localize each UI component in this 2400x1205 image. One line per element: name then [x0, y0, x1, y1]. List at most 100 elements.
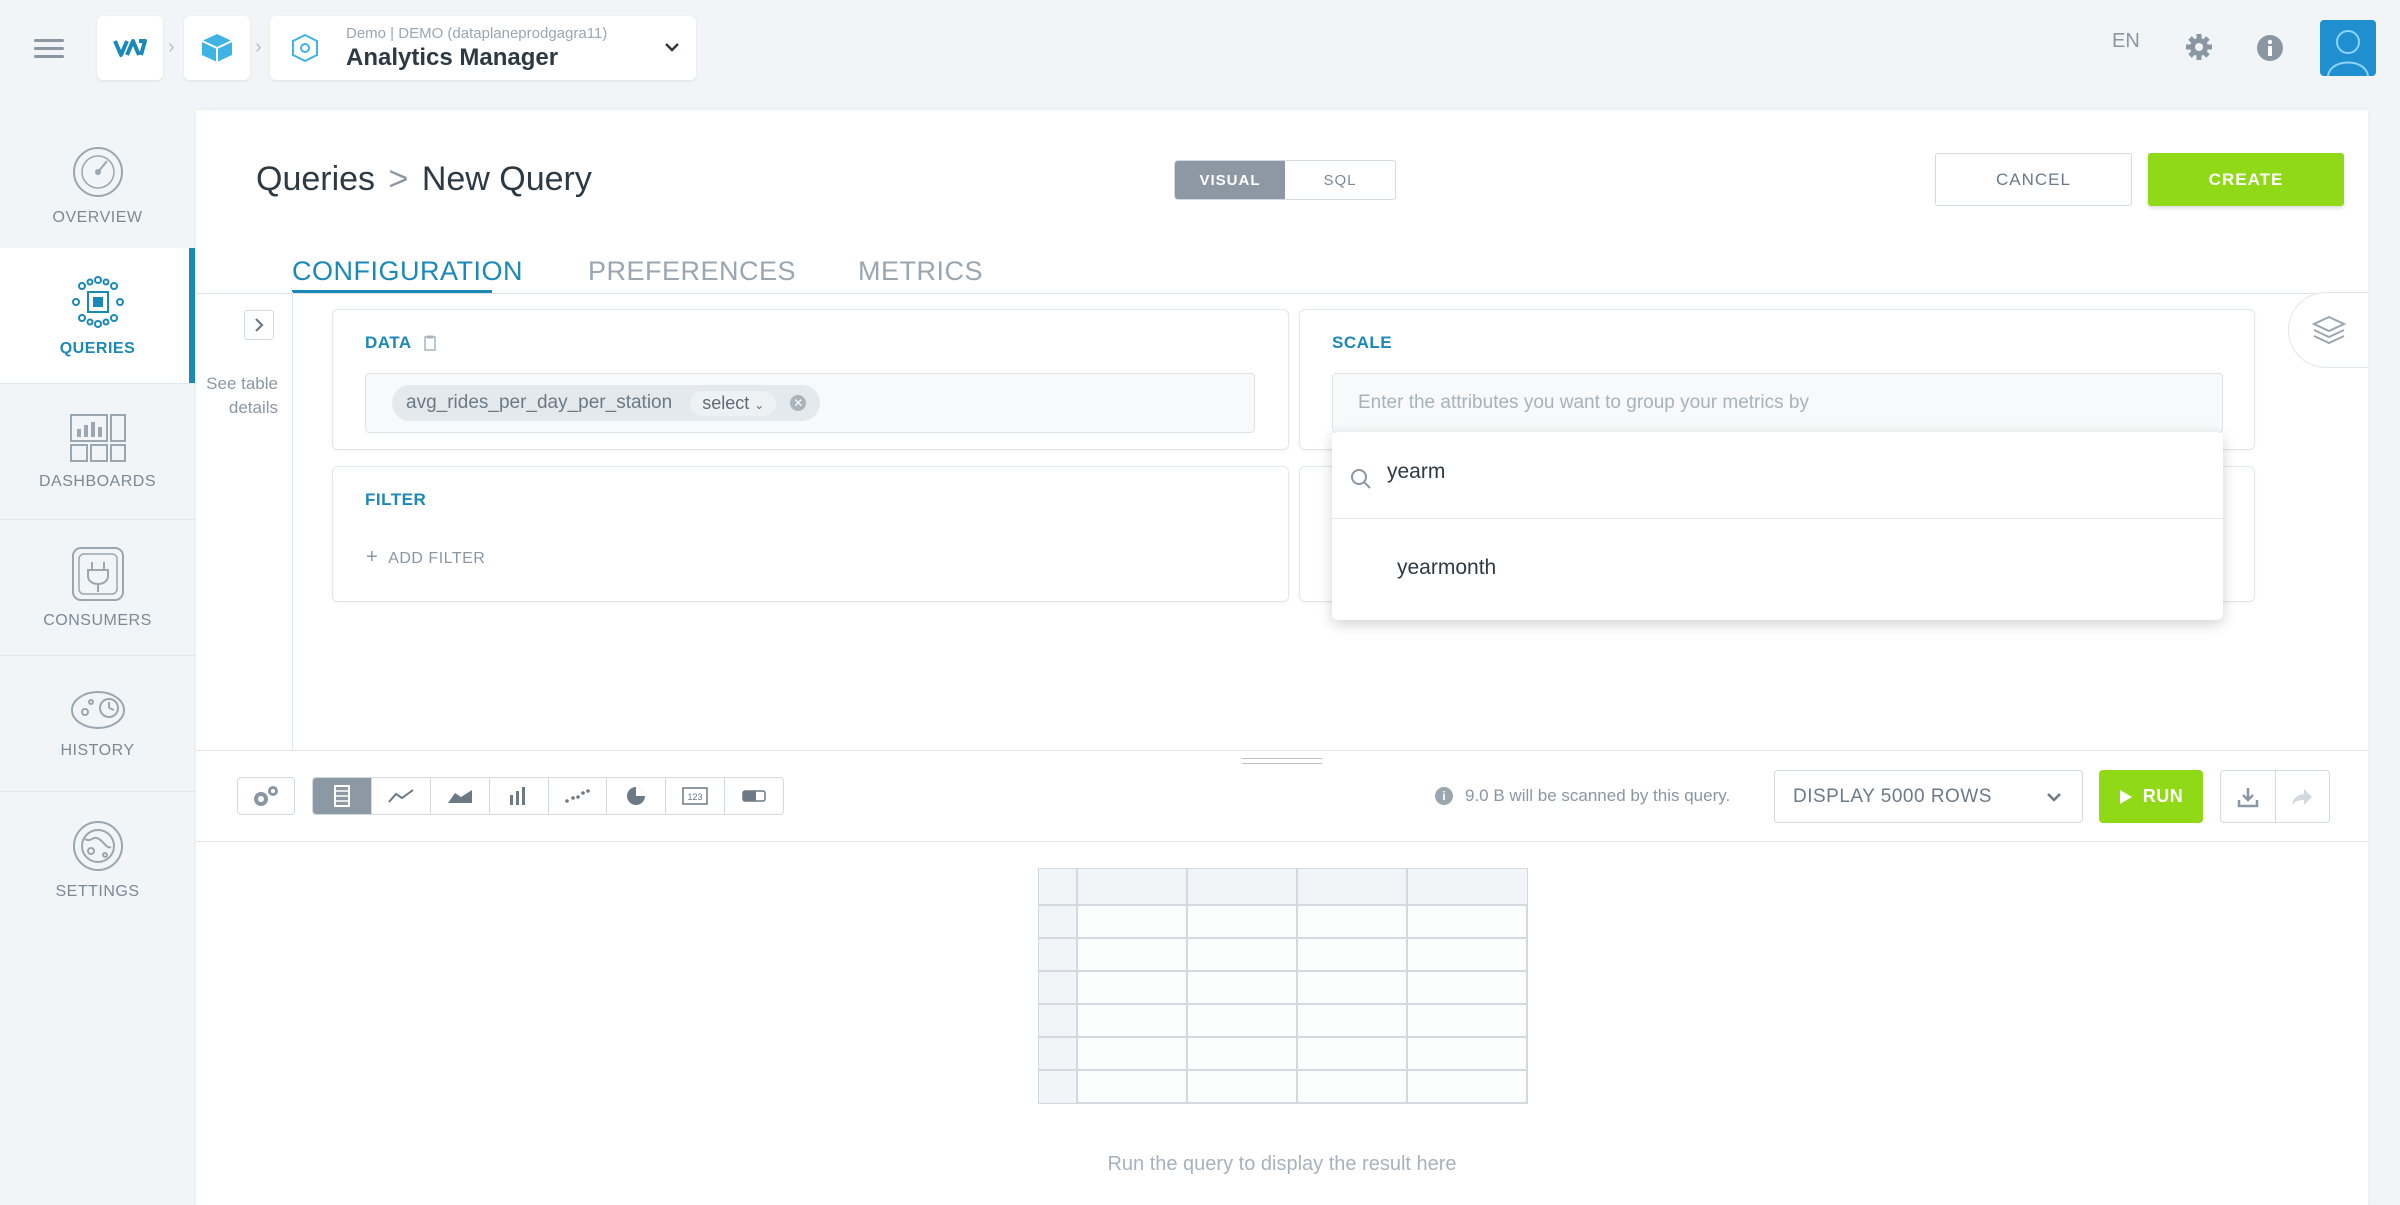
nav-label: HISTORY [60, 741, 135, 759]
viz-area-button[interactable] [431, 778, 490, 814]
pie-chart-icon [627, 787, 646, 805]
tab-preferences[interactable]: PREFERENCES [588, 256, 796, 287]
info-icon[interactable] [2256, 34, 2284, 67]
viz-line-button[interactable] [372, 778, 431, 814]
results-empty-hint: Run the query to display the result here [1107, 1153, 1457, 1175]
nav-label: QUERIES [59, 339, 136, 357]
display-rows-select[interactable]: DISPLAY 5000 ROWS [1774, 770, 2083, 823]
expand-panel-button[interactable] [244, 310, 274, 340]
table-icon [333, 785, 350, 807]
query-mode-toggle: VISUAL SQL [1174, 160, 1396, 200]
scale-input[interactable] [1332, 373, 2223, 433]
gauge-icon [72, 146, 123, 197]
gear-icon[interactable] [2184, 32, 2214, 67]
data-chip: avg_rides_per_day_per_station select ⌄ ✕ [392, 385, 821, 421]
tabs-divider [196, 293, 2368, 294]
plus-icon: + [366, 546, 379, 568]
add-filter-button[interactable]: + ADD FILTER [366, 546, 485, 569]
nav-item-consumers[interactable]: CONSUMERS [0, 520, 195, 656]
chevron-right-icon [255, 318, 264, 332]
viz-progress-button[interactable] [725, 778, 783, 814]
layers-button[interactable] [2288, 292, 2368, 368]
config-divider [196, 750, 2368, 751]
remove-chip-icon[interactable]: ✕ [790, 395, 807, 411]
viz-pie-button[interactable] [607, 778, 667, 814]
cube-network-icon [71, 275, 124, 328]
tab-metrics[interactable]: METRICS [858, 256, 983, 287]
line-chart-icon [388, 789, 414, 803]
bar-chart-icon [509, 787, 525, 805]
dashboard-icon [69, 413, 126, 462]
dropdown-option-yearmonth[interactable]: yearmonth [1397, 556, 1496, 580]
clipboard-icon[interactable] [423, 335, 436, 351]
progress-bar-icon [742, 790, 766, 802]
download-icon [2237, 787, 2258, 807]
aggregation-select-value: select [702, 392, 750, 413]
data-cube-button[interactable] [184, 16, 250, 80]
share-button[interactable] [2276, 771, 2330, 822]
viz-table-button[interactable] [313, 778, 372, 814]
data-chip-label: avg_rides_per_day_per_station [406, 392, 673, 413]
info-icon: i [1435, 787, 1453, 805]
toolbar-divider [196, 841, 2368, 842]
viz-scatter-button[interactable] [549, 778, 608, 814]
app-title: Analytics Manager [346, 43, 559, 71]
language-selector[interactable]: EN [2112, 30, 2140, 53]
breadcrumb-root[interactable]: Queries [256, 160, 375, 198]
settings-globe-icon [72, 821, 123, 871]
breadcrumb-current: New Query [421, 160, 592, 198]
dropdown-divider [1332, 518, 2223, 519]
nav-item-dashboards[interactable]: DASHBOARDS [0, 384, 195, 520]
scan-info: i 9.0 B will be scanned by this query. [1435, 786, 1730, 806]
data-card-title: DATA [365, 333, 436, 353]
analytics-cube-icon [292, 33, 318, 63]
user-avatar[interactable] [2320, 20, 2376, 76]
visualization-type-group: 123 [312, 777, 784, 815]
add-filter-label: ADD FILTER [388, 550, 486, 567]
create-button[interactable]: CREATE [2148, 153, 2344, 206]
resize-handle[interactable] [1242, 758, 1322, 764]
page-title: Queries > New Query [256, 160, 592, 199]
viz-bar-button[interactable] [490, 778, 549, 814]
scan-info-text: 9.0 B will be scanned by this query. [1465, 786, 1731, 805]
scale-autocomplete-dropdown: yearmonth [1332, 432, 2223, 620]
number-icon: 123 [682, 787, 708, 805]
viz-number-button[interactable]: 123 [666, 778, 726, 814]
aggregation-select[interactable]: select ⌄ [690, 390, 777, 416]
nav-item-queries[interactable]: QUERIES [0, 248, 195, 384]
empty-results-table-illustration [1038, 868, 1528, 1104]
data-title-text: DATA [365, 333, 412, 352]
dropdown-search-input[interactable] [1387, 460, 2087, 484]
tab-configuration[interactable]: CONFIGURATION [292, 256, 523, 287]
platform-logo-icon [113, 39, 147, 57]
nav-item-overview[interactable]: OVERVIEW [0, 118, 195, 254]
table-details-column [196, 292, 293, 750]
viz-settings-button[interactable] [237, 777, 295, 815]
download-button[interactable] [2221, 771, 2276, 822]
cube-icon [201, 34, 233, 62]
breadcrumb-separator: › [255, 36, 262, 58]
search-icon [1351, 469, 1371, 489]
platform-logo-button[interactable] [97, 16, 163, 80]
nav-label: DASHBOARDS [38, 472, 157, 490]
hamburger-menu-icon[interactable] [34, 34, 64, 64]
nav-label: SETTINGS [55, 883, 140, 900]
breadcrumb-chevron-icon: > [388, 160, 409, 198]
share-arrow-icon [2292, 788, 2313, 805]
run-button[interactable]: RUN [2099, 770, 2203, 823]
see-table-details-link[interactable]: See table details [196, 372, 278, 420]
mode-sql-button[interactable]: SQL [1285, 161, 1395, 199]
nav-item-settings[interactable]: SETTINGS [0, 792, 195, 928]
cancel-button[interactable]: CANCEL [1935, 153, 2132, 206]
app-switcher[interactable]: Demo | DEMO (dataplaneprodgagra11) Analy… [270, 16, 696, 80]
nav-item-history[interactable]: HISTORY [0, 656, 195, 792]
scatter-chart-icon [565, 789, 591, 803]
chevron-down-icon [665, 43, 679, 52]
mode-visual-button[interactable]: VISUAL [1175, 161, 1285, 199]
layers-icon [2311, 315, 2346, 345]
chevron-down-icon: ⌄ [754, 397, 765, 412]
breadcrumb-separator: › [168, 36, 175, 58]
nav-label: CONSUMERS [43, 611, 152, 629]
run-label: RUN [2142, 786, 2184, 806]
area-chart-icon [447, 790, 472, 803]
